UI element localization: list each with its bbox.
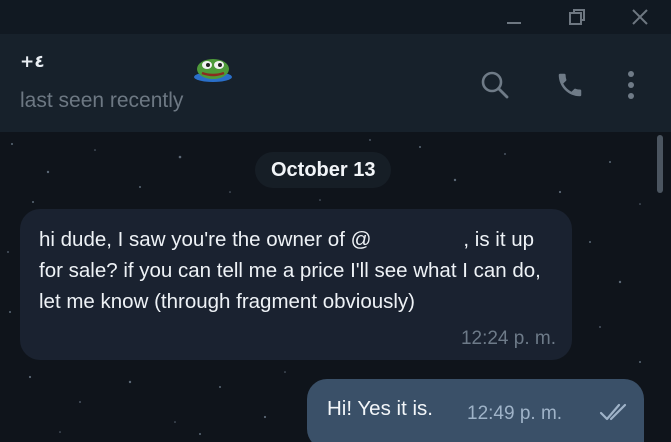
close-icon[interactable]: [611, 0, 669, 34]
incoming-message-bubble[interactable]: hi dude, I saw you're the owner of @, is…: [20, 209, 572, 360]
restore-icon[interactable]: [548, 0, 606, 34]
incoming-message-text: hi dude, I saw you're the owner of @, is…: [39, 224, 559, 317]
double-check-icon: [599, 403, 627, 421]
outgoing-message-bubble[interactable]: Hi! Yes it is. 12:49 p. m.: [307, 379, 644, 442]
search-icon[interactable]: [475, 65, 515, 105]
frog-sticker-icon: [194, 59, 232, 82]
contact-name[interactable]: +٤: [20, 52, 45, 72]
telegram-window: +٤ last seen recently October 13 hi dude…: [0, 0, 671, 442]
phone-icon[interactable]: [550, 65, 590, 105]
last-seen-status: last seen recently: [20, 89, 184, 112]
message-text-before-mention: hi dude, I saw you're the owner of @: [39, 228, 372, 251]
redacted-username: [371, 245, 463, 246]
title-bar: [0, 0, 671, 34]
minimize-icon[interactable]: [485, 0, 543, 34]
message-list[interactable]: October 13 hi dude, I saw you're the own…: [0, 132, 671, 442]
chat-scrollbar[interactable]: [657, 135, 663, 193]
message-timestamp: 12:49 p. m.: [467, 403, 563, 424]
date-separator: October 13: [255, 152, 392, 188]
more-vertical-icon[interactable]: [611, 65, 651, 105]
chat-header[interactable]: +٤ last seen recently: [0, 34, 671, 132]
message-timestamp: 12:24 p. m.: [460, 328, 556, 349]
outgoing-message-text: Hi! Yes it is.: [327, 397, 433, 420]
